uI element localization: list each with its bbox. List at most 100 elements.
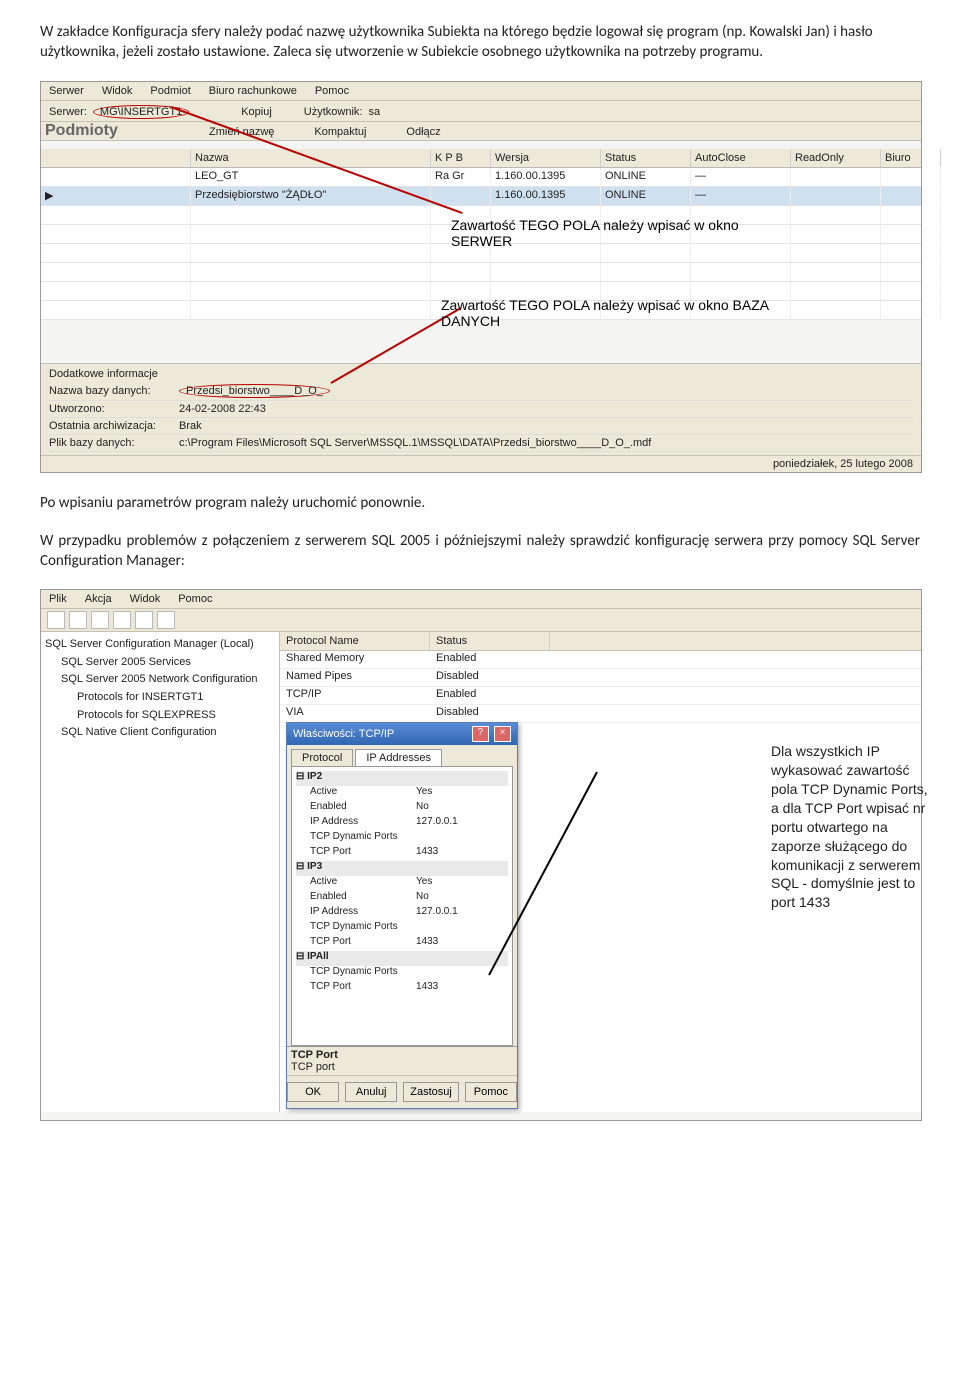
list-item[interactable]: TCP/IPEnabled bbox=[280, 687, 921, 705]
menu-item[interactable]: Serwer bbox=[49, 85, 84, 97]
col: Protocol Name bbox=[280, 632, 430, 650]
info-label: Utworzono: bbox=[49, 403, 179, 415]
menu-item[interactable]: Pomoc bbox=[178, 593, 212, 605]
property-row[interactable]: ActiveYes bbox=[296, 786, 508, 801]
dialog-description: TCP Port TCP port bbox=[287, 1046, 517, 1075]
tree-item[interactable]: Protocols for SQLEXPRESS bbox=[45, 707, 275, 725]
paragraph-1: W zakładce Konfiguracja sfery należy pod… bbox=[40, 22, 920, 63]
menu-item[interactable]: Plik bbox=[49, 593, 67, 605]
table-row[interactable]: LEO_GTRa Gr1.160.00.1395ONLINE— bbox=[41, 168, 921, 187]
help-icon[interactable]: ? bbox=[472, 726, 489, 742]
col: AutoClose bbox=[691, 149, 791, 167]
apply-button[interactable]: Zastosuj bbox=[403, 1082, 459, 1102]
dialog-tabs: Protocol IP Addresses bbox=[287, 745, 517, 766]
property-row[interactable]: TCP Dynamic Ports bbox=[296, 921, 508, 936]
tree-item[interactable]: SQL Server 2005 Services bbox=[45, 654, 275, 672]
forward-icon[interactable] bbox=[69, 611, 87, 629]
properties-icon[interactable] bbox=[113, 611, 131, 629]
menu-item[interactable]: Biuro rachunkowe bbox=[209, 85, 297, 97]
table-row[interactable]: ▶Przedsiębiorstwo "ŻĄDŁO"1.160.00.1395ON… bbox=[41, 187, 921, 206]
property-row[interactable]: IP Address127.0.0.1 bbox=[296, 816, 508, 831]
dialog-buttons: OK Anuluj Zastosuj Pomoc bbox=[287, 1075, 517, 1108]
paragraph-2: Po wpisaniu parametrów program należy ur… bbox=[40, 493, 920, 513]
tcpip-properties-dialog: Właściwości: TCP/IP ? × Protocol IP Addr… bbox=[286, 722, 518, 1109]
tree-item[interactable]: SQL Server Configuration Manager (Local) bbox=[45, 636, 275, 654]
col: Wersja bbox=[491, 149, 601, 167]
col: Status bbox=[601, 149, 691, 167]
col: Status bbox=[430, 632, 550, 650]
info-label: Nazwa bazy danych: bbox=[49, 385, 179, 397]
property-section: ⊟ IP3 bbox=[296, 861, 508, 876]
property-row[interactable]: TCP Dynamic Ports bbox=[296, 831, 508, 846]
tree-item[interactable]: SQL Native Client Configuration bbox=[45, 724, 275, 742]
property-row[interactable]: TCP Port1433 bbox=[296, 936, 508, 951]
menu-item[interactable]: Akcja bbox=[85, 593, 112, 605]
back-icon[interactable] bbox=[47, 611, 65, 629]
menu-item[interactable]: Widok bbox=[130, 593, 161, 605]
db-name-value: Przedsi_biorstwo____D_O_ bbox=[179, 384, 330, 398]
cm-body: SQL Server Configuration Manager (Local)… bbox=[41, 632, 921, 1112]
info-value: Brak bbox=[179, 420, 202, 432]
info-value: c:\Program Files\Microsoft SQL Server\MS… bbox=[179, 437, 651, 449]
toolbar: Serwer: MG\INSERTGT1 Kopiuj Użytkownik: … bbox=[41, 101, 921, 122]
close-icon[interactable]: × bbox=[494, 726, 511, 742]
server-label: Serwer: bbox=[49, 106, 87, 118]
col: K P B bbox=[431, 149, 491, 167]
list-item[interactable]: Shared MemoryEnabled bbox=[280, 651, 921, 669]
property-row[interactable]: ActiveYes bbox=[296, 876, 508, 891]
property-row[interactable]: TCP Port1433 bbox=[296, 846, 508, 861]
property-grid[interactable]: ⊟ IP2ActiveYesEnabledNoIP Address127.0.0… bbox=[291, 766, 513, 1046]
tree-view[interactable]: SQL Server Configuration Manager (Local)… bbox=[41, 632, 280, 1112]
dialog-title: Właściwości: TCP/IP bbox=[293, 728, 394, 740]
table-row bbox=[41, 263, 921, 282]
property-section: ⊟ IP2 bbox=[296, 771, 508, 786]
statusbar: poniedziałek, 25 lutego 2008 bbox=[41, 455, 921, 472]
property-row[interactable]: TCP Port1433 bbox=[296, 981, 508, 996]
ok-button[interactable]: OK bbox=[287, 1082, 339, 1102]
tool-button[interactable]: Odłącz bbox=[406, 126, 440, 138]
col: ReadOnly bbox=[791, 149, 881, 167]
property-row[interactable]: EnabledNo bbox=[296, 801, 508, 816]
tree-item[interactable]: SQL Server 2005 Network Configuration bbox=[45, 671, 275, 689]
list-item[interactable]: Named PipesDisabled bbox=[280, 669, 921, 687]
window-buttons: ? × bbox=[470, 726, 511, 742]
info-label: Ostatnia archiwizacja: bbox=[49, 420, 179, 432]
toolbar-icons bbox=[41, 609, 921, 632]
tab-ip-addresses[interactable]: IP Addresses bbox=[355, 749, 442, 766]
annotation-tcp-port: Dla wszystkich IP wykasować zawartość po… bbox=[771, 742, 931, 912]
property-section: ⊟ IPAll bbox=[296, 951, 508, 966]
col bbox=[41, 149, 191, 167]
tool-button[interactable]: Kompaktuj bbox=[314, 126, 366, 138]
menu-item[interactable]: Podmiot bbox=[150, 85, 190, 97]
info-label: Plik bazy danych: bbox=[49, 437, 179, 449]
col: Biuro bbox=[881, 149, 941, 167]
paragraph-3: W przypadku problemów z połączeniem z se… bbox=[40, 531, 920, 572]
help-icon[interactable] bbox=[157, 611, 175, 629]
menubar: Plik Akcja Widok Pomoc bbox=[41, 590, 921, 609]
help-button[interactable]: Pomoc bbox=[465, 1082, 517, 1102]
user-label: Użytkownik: bbox=[304, 106, 363, 118]
menu-item[interactable]: Pomoc bbox=[315, 85, 349, 97]
info-panel: Dodatkowe informacje Nazwa bazy danych:P… bbox=[41, 363, 921, 456]
tool-button[interactable]: Kopiuj bbox=[241, 106, 272, 118]
list-item[interactable]: VIADisabled bbox=[280, 705, 921, 723]
status-date: poniedziałek, 25 lutego 2008 bbox=[773, 458, 913, 470]
property-row[interactable]: IP Address127.0.0.1 bbox=[296, 906, 508, 921]
info-title: Dodatkowe informacje bbox=[49, 366, 913, 382]
property-row[interactable]: EnabledNo bbox=[296, 891, 508, 906]
annotation-serwer: Zawartość TEGO POLA należy wpisać w okno… bbox=[451, 217, 771, 249]
menu-item[interactable]: Widok bbox=[102, 85, 133, 97]
refresh-icon[interactable] bbox=[135, 611, 153, 629]
tab-protocol[interactable]: Protocol bbox=[291, 749, 353, 766]
toolbar-row2: Zmień nazwę Kompaktuj Odłącz bbox=[41, 122, 921, 141]
property-row[interactable]: TCP Dynamic Ports bbox=[296, 966, 508, 981]
tree-item[interactable]: Protocols for INSERTGT1 bbox=[45, 689, 275, 707]
table-header: Nazwa K P B Wersja Status AutoClose Read… bbox=[41, 149, 921, 168]
menubar: Serwer Widok Podmiot Biuro rachunkowe Po… bbox=[41, 82, 921, 101]
page-title: Podmioty bbox=[45, 122, 118, 140]
user-value: sa bbox=[368, 106, 380, 118]
protocol-header: Protocol Name Status bbox=[280, 632, 921, 651]
cancel-button[interactable]: Anuluj bbox=[345, 1082, 397, 1102]
dialog-titlebar: Właściwości: TCP/IP ? × bbox=[287, 723, 517, 745]
up-icon[interactable] bbox=[91, 611, 109, 629]
